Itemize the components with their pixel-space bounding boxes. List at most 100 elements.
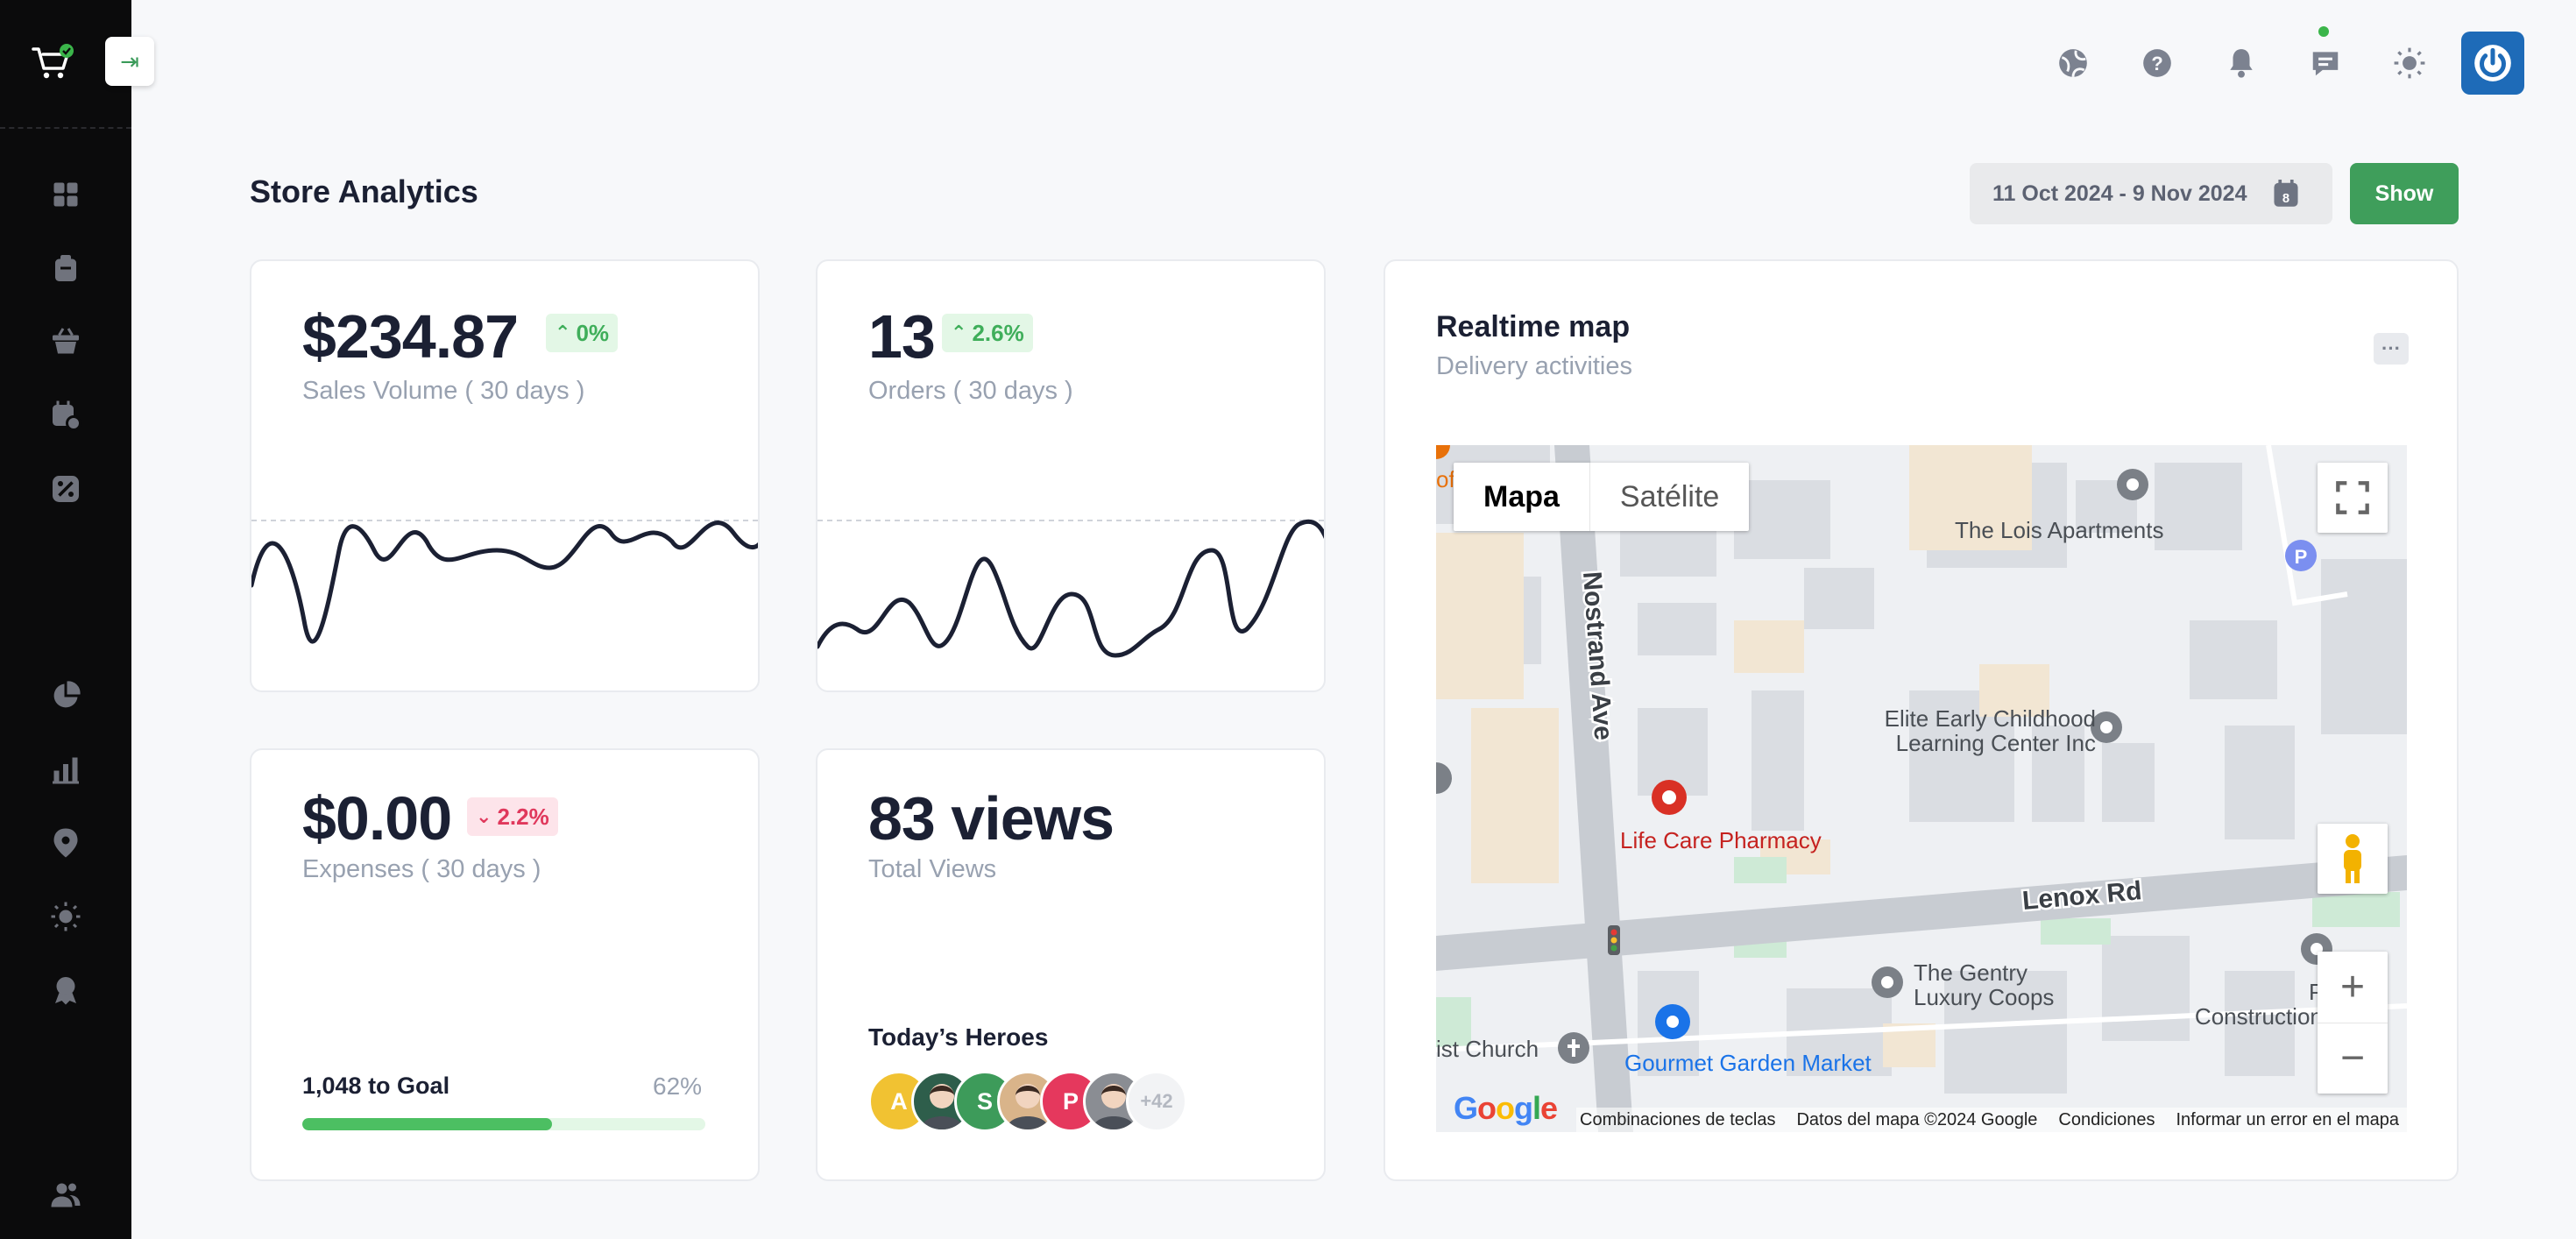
pin-lois-icon — [2117, 469, 2148, 500]
poi-elite[interactable]: Elite Early Childhood Learning Center In… — [1854, 706, 2096, 755]
poi-of: of — [1436, 466, 1455, 492]
street-view-button[interactable] — [2318, 824, 2388, 894]
more-options-button[interactable]: ··· — [2374, 333, 2409, 365]
goal-progress-fill — [302, 1118, 553, 1130]
map-title: Realtime map — [1436, 310, 1631, 343]
views-card: 83 views Total Views Today’s Heroes A S P +… — [816, 748, 1326, 1181]
orders-sparkline-path — [817, 520, 1324, 658]
expenses-change-value: 2.2% — [497, 803, 549, 830]
date-range-text: 11 Oct 2024 - 9 Nov 2024 — [1992, 181, 2247, 206]
zoom-out-button[interactable]: − — [2318, 1023, 2388, 1094]
keyboard-shortcuts-link[interactable]: Combinaciones de teclas — [1580, 1110, 1775, 1130]
cart-logo-icon[interactable] — [30, 40, 75, 86]
calendar-day: 8 — [2282, 192, 2289, 206]
orders-label: Orders ( 30 days ) — [868, 377, 1073, 405]
poi-lois[interactable]: The Lois Apartments — [1955, 517, 2163, 544]
map-type-control: Mapa Satélite — [1454, 463, 1750, 531]
google-map[interactable]: Nostrand Ave Lenox Rd P The Lois Apartme… — [1436, 445, 2407, 1132]
discount-icon[interactable] — [48, 471, 83, 506]
expand-arrow-icon: ⇥ — [120, 47, 139, 74]
sidebar: ⇥ — [0, 0, 154, 1239]
goal-label: 1,048 to Goal — [302, 1073, 450, 1099]
svg-text:?: ? — [2151, 53, 2163, 74]
orders-card: 13 ⌃ 2.6% Orders ( 30 days ) — [816, 259, 1326, 692]
page-title: Store Analytics — [250, 173, 478, 209]
orders-change-value: 2.6% — [972, 319, 1024, 346]
parking-label: P — [2295, 546, 2308, 568]
sales-volume-card: $234.87 ⌃ 0% Sales Volume ( 30 days ) — [250, 259, 760, 692]
poi-elite-line2: Learning Center Inc — [1895, 730, 2096, 756]
sales-sparkline — [251, 520, 758, 644]
pin-church-icon — [1558, 1032, 1589, 1064]
poi-market[interactable]: Gourmet Garden Market — [1624, 1050, 1872, 1077]
orders-sparkline — [817, 520, 1324, 658]
poi-gentry[interactable]: The Gentry Luxury Coops — [1914, 960, 2054, 1009]
poi-pharmacy[interactable]: Life Care Pharmacy — [1620, 827, 1822, 854]
poi-elite-line1: Elite Early Childhood — [1884, 705, 2096, 732]
views-label: Total Views — [868, 855, 997, 883]
sales-sparkline-path — [251, 520, 758, 644]
basket-icon[interactable] — [48, 324, 83, 359]
sales-change-badge: ⌃ 0% — [546, 314, 619, 352]
google-logo: Google — [1454, 1090, 1558, 1126]
bell-icon[interactable] — [2220, 42, 2262, 84]
help-icon[interactable]: ? — [2136, 42, 2178, 84]
goal-percent: 62% — [653, 1073, 703, 1100]
orders-value: 13 — [868, 302, 936, 371]
pin-market-icon — [1655, 1004, 1690, 1039]
expenses-change-badge: ⌄ 2.2% — [467, 797, 558, 836]
pin-gentry-icon — [1872, 966, 1903, 998]
map-type-satellite-button[interactable]: Satélite — [1590, 463, 1749, 531]
grid-icon[interactable] — [48, 177, 83, 212]
analytics-globe-icon[interactable] — [2052, 42, 2094, 84]
sidebar-toggle-button[interactable]: ⇥ — [105, 37, 154, 86]
arrow-down-icon: ⌄ — [476, 805, 492, 827]
arrow-up-icon: ⌃ — [951, 322, 967, 343]
calendar-gear-icon[interactable] — [48, 398, 83, 433]
sales-label: Sales Volume ( 30 days ) — [302, 377, 585, 405]
zoom-in-button[interactable]: + — [2318, 952, 2388, 1023]
award-icon[interactable] — [48, 973, 83, 1008]
fullscreen-button[interactable] — [2318, 463, 2388, 533]
pegman-icon — [2344, 834, 2361, 883]
map-data-text: Datos del mapa ©2024 Google — [1796, 1109, 2038, 1129]
calendar-icon: 8 — [2274, 180, 2298, 207]
sidebar-divider — [0, 127, 131, 129]
poi-church[interactable]: ist Church — [1436, 1036, 1539, 1063]
sun-icon[interactable] — [48, 899, 83, 934]
map-footer: Combinaciones de teclas Datos del mapa ©… — [1576, 1108, 2407, 1132]
zoom-control: + − — [2318, 952, 2388, 1094]
realtime-map-card: Realtime map Delivery activities ··· Nos… — [1384, 259, 2459, 1181]
clipboard-icon[interactable] — [48, 251, 83, 286]
expenses-label: Expenses ( 30 days ) — [302, 855, 541, 883]
sales-change-value: 0% — [576, 319, 610, 346]
expenses-value: $0.00 — [302, 784, 452, 853]
chat-icon[interactable] — [2304, 42, 2346, 84]
bar-chart-icon[interactable] — [48, 752, 83, 787]
heroes-title: Today’s Heroes — [868, 1023, 1049, 1051]
users-icon[interactable] — [48, 1178, 83, 1213]
poi-gentry-line1: The Gentry — [1914, 959, 2028, 986]
map-subtitle: Delivery activities — [1436, 352, 1632, 380]
notification-dot — [2318, 26, 2329, 37]
map-pin-icon[interactable] — [48, 825, 83, 860]
poi-gentry-line2: Luxury Coops — [1914, 984, 2055, 1010]
user-avatar-button[interactable] — [2461, 32, 2524, 95]
parking-icon: P — [2285, 540, 2317, 571]
views-value: 83 views — [868, 784, 1115, 853]
power-icon — [2474, 45, 2511, 81]
orders-change-badge: ⌃ 2.6% — [942, 314, 1033, 352]
date-range-picker[interactable]: 11 Oct 2024 - 9 Nov 2024 8 — [1970, 163, 2332, 224]
goal-progress-bar — [302, 1118, 705, 1130]
expenses-card: $0.00 ⌄ 2.2% Expenses ( 30 days ) 1,048 t… — [250, 748, 760, 1181]
report-error-link[interactable]: Informar un error en el mapa — [2176, 1110, 2399, 1130]
theme-sun-icon[interactable] — [2388, 42, 2431, 84]
more-heroes-count[interactable]: +42 — [1126, 1071, 1187, 1132]
show-button[interactable]: Show — [2350, 163, 2459, 224]
map-type-map-button[interactable]: Mapa — [1454, 463, 1590, 531]
pie-chart-icon[interactable] — [48, 678, 83, 713]
sales-value: $234.87 — [302, 302, 519, 371]
terms-link[interactable]: Condiciones — [2058, 1110, 2155, 1130]
arrow-up-icon: ⌃ — [555, 322, 571, 343]
fullscreen-icon — [2336, 481, 2369, 514]
